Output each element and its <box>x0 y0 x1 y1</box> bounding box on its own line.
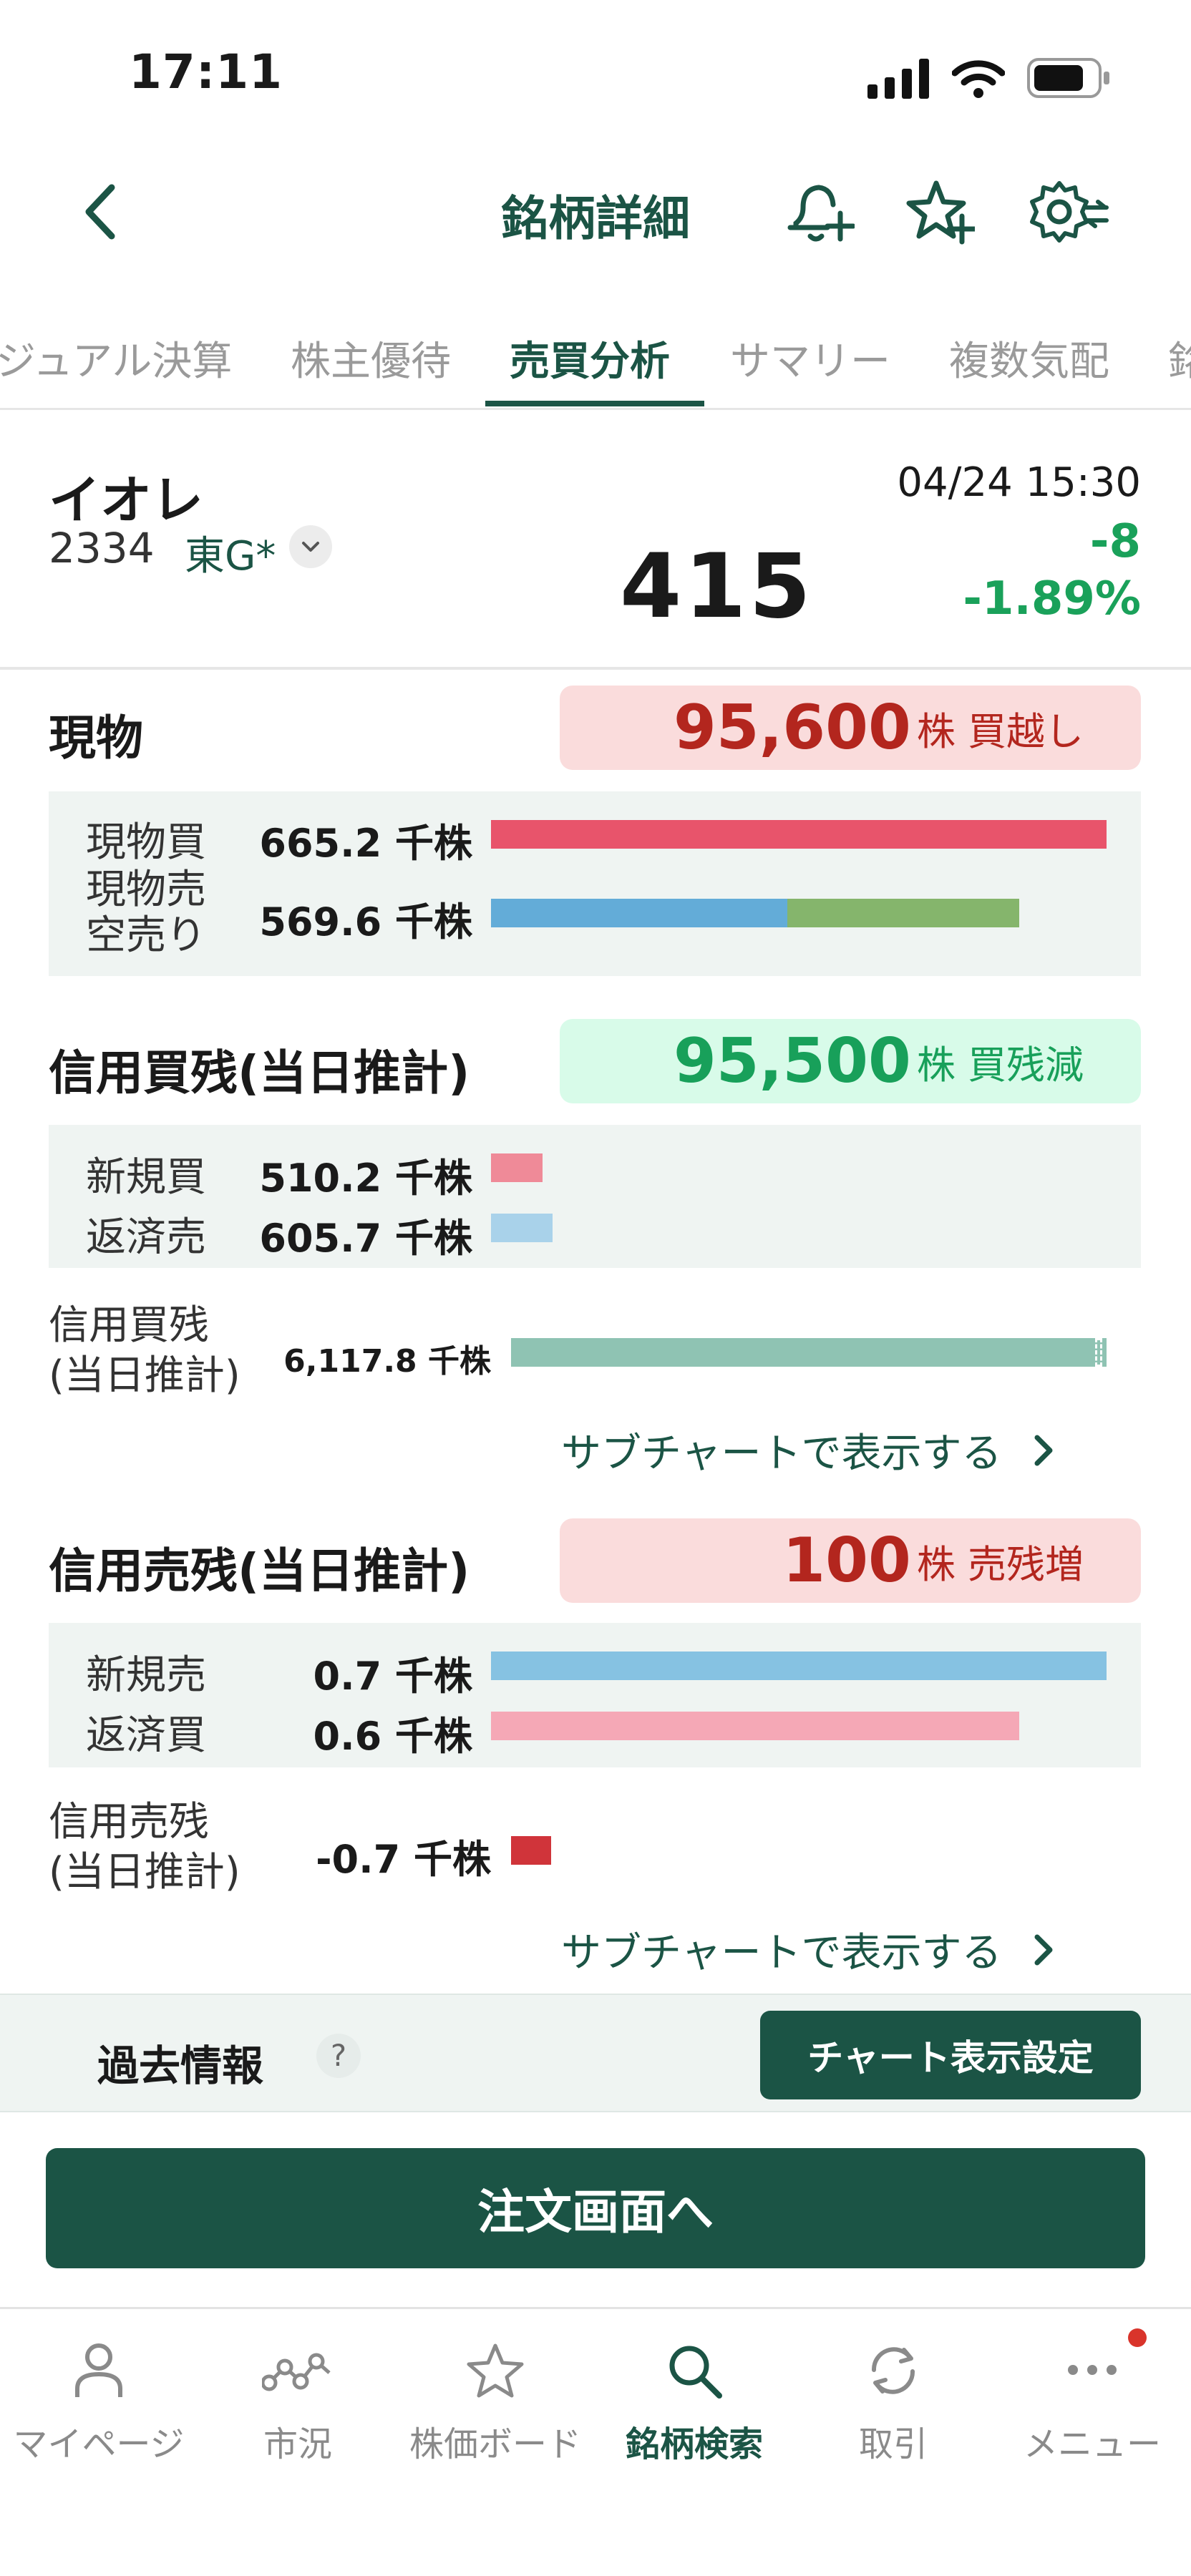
spot-buy-value: 665.2 千株 <box>259 821 472 866</box>
margin-sell-net-value: 100 <box>782 1525 911 1596</box>
margin-sell-section-title: 信用売残(当日推計) <box>49 1543 470 1599</box>
tab-summary[interactable]: サマリー <box>730 329 890 387</box>
alert-add-icon[interactable] <box>783 176 855 248</box>
margin-repay-buy-bar <box>491 1712 1019 1740</box>
star-icon <box>467 2343 524 2398</box>
tabbar-item-stock-board[interactable]: 株価ボード <box>397 2340 594 2466</box>
order-screen-button[interactable]: 注文画面へ <box>46 2148 1145 2268</box>
page-title: 銘柄詳細 <box>501 191 690 246</box>
tab-visual-earnings[interactable]: ジュアル決算 <box>0 329 232 387</box>
tab-more[interactable]: 銘 <box>1168 329 1191 387</box>
margin-sell-balance-value: -0.7 千株 <box>316 1837 491 1882</box>
spot-net-value: 95,600 <box>673 692 911 763</box>
chart-display-settings-button[interactable]: チャート表示設定 <box>760 2011 1141 2099</box>
favorite-add-icon[interactable] <box>903 176 975 248</box>
spot-net-unit: 株 買越し <box>916 708 1084 754</box>
subchart-link-label: サブチャートで表示する <box>561 1430 1002 1477</box>
margin-buy-section-title: 信用買残(当日推計) <box>49 1045 470 1101</box>
tab-shareholder-benefits[interactable]: 株主優待 <box>291 329 451 387</box>
margin-new-sell-value: 0.7 千株 <box>313 1654 472 1699</box>
margin-sell-balance-label: 信用売残 (当日推計) <box>49 1799 240 1896</box>
margin-new-buy-value: 510.2 千株 <box>259 1156 472 1201</box>
tabbar-item-menu[interactable]: メニュー <box>993 2340 1191 2466</box>
quote-datetime: 04/24 15:30 <box>897 459 1141 506</box>
price-change-percent: -1.89% <box>963 572 1141 625</box>
person-icon <box>75 2343 122 2397</box>
cellular-signal-icon <box>867 59 929 99</box>
help-icon[interactable]: ? <box>316 2034 361 2078</box>
wifi-icon <box>952 60 1005 98</box>
margin-buy-panel <box>49 1125 1141 1268</box>
more-icon <box>1068 2365 1117 2375</box>
stock-market[interactable]: 東G* <box>185 524 276 582</box>
margin-buy-balance-change-marker <box>1095 1338 1102 1367</box>
active-tab-indicator <box>485 401 704 406</box>
market-graph-icon <box>262 2353 331 2391</box>
chevron-right-icon <box>1034 1934 1053 1965</box>
search-icon <box>669 2346 722 2399</box>
margin-buy-subchart-link[interactable]: サブチャートで表示する <box>561 1421 1066 1479</box>
tabbar-item-stock-search[interactable]: 銘柄検索 <box>596 2340 793 2466</box>
tabbar-label: メニュー <box>1023 2424 1161 2464</box>
tabbar-item-mypage[interactable]: マイページ <box>0 2340 198 2466</box>
spot-buy-bar <box>491 820 1107 849</box>
spot-net-badge: 95,600 株 買越し <box>560 686 1141 770</box>
stock-code: 2334 <box>49 524 155 572</box>
tab-divider <box>0 408 1191 410</box>
margin-buy-net-unit: 株 買残減 <box>916 1042 1084 1088</box>
spot-section-title: 現物 <box>49 711 143 766</box>
chevron-down-icon <box>302 542 319 552</box>
margin-repay-buy-value: 0.6 千株 <box>313 1714 472 1759</box>
spot-panel <box>49 791 1141 976</box>
price-change: -8 <box>1089 515 1141 568</box>
tabbar-divider <box>0 2307 1191 2309</box>
spot-buy-label: 現物買 <box>86 819 206 866</box>
tabbar-item-market[interactable]: 市況 <box>199 2340 397 2466</box>
tab-multiple-quotes[interactable]: 複数気配 <box>949 329 1109 387</box>
margin-new-sell-bar <box>491 1652 1107 1680</box>
margin-repay-buy-label: 返済買 <box>86 1712 206 1759</box>
tabbar-label: 銘柄検索 <box>625 2424 763 2464</box>
margin-buy-balance-value: 6,117.8 千株 <box>283 1343 491 1380</box>
margin-buy-net-value: 95,500 <box>673 1025 911 1097</box>
tabbar-label: 取引 <box>858 2424 928 2464</box>
refresh-icon <box>871 2347 915 2394</box>
margin-sell-panel <box>49 1623 1141 1767</box>
margin-repay-sell-bar <box>491 1214 553 1242</box>
status-time: 17:11 <box>129 44 283 99</box>
notification-dot <box>1128 2328 1147 2347</box>
margin-new-buy-label: 新規買 <box>86 1154 206 1201</box>
tabbar-label: マイページ <box>13 2424 185 2464</box>
tab-trading-analysis[interactable]: 売買分析 <box>510 329 670 387</box>
tabbar-label: 市況 <box>263 2424 332 2464</box>
margin-buy-badge: 95,500 株 買残減 <box>560 1019 1141 1103</box>
margin-new-buy-bar <box>491 1153 543 1182</box>
past-info-label: 過去情報 <box>97 2041 264 2090</box>
margin-repay-sell-value: 605.7 千株 <box>259 1216 472 1261</box>
spot-sell-value: 569.6 千株 <box>259 899 472 945</box>
short-sell-bar <box>787 899 1019 927</box>
section-divider <box>0 667 1191 670</box>
spot-sell-bar <box>491 899 787 927</box>
margin-sell-badge: 100 株 売残増 <box>560 1518 1141 1603</box>
margin-buy-balance-bar <box>511 1338 1107 1367</box>
margin-buy-balance-label: 信用買残 (当日推計) <box>49 1302 240 1399</box>
subchart-link-label: サブチャートで表示する <box>561 1930 1002 1976</box>
margin-new-sell-label: 新規売 <box>86 1652 206 1699</box>
stock-name: イオレ <box>49 470 204 530</box>
settings-gear-icon[interactable] <box>1026 176 1109 248</box>
tabbar-label: 株価ボード <box>409 2424 581 2464</box>
chevron-right-icon <box>1034 1435 1053 1465</box>
battery-icon <box>1027 58 1109 98</box>
spot-sell-label: 現物売 空売り <box>86 867 206 959</box>
margin-sell-subchart-link[interactable]: サブチャートで表示する <box>561 1921 1066 1979</box>
margin-sell-net-unit: 株 売残増 <box>916 1541 1084 1587</box>
tabbar-item-trade[interactable]: 取引 <box>794 2340 992 2466</box>
margin-repay-sell-label: 返済売 <box>86 1214 206 1261</box>
margin-sell-balance-bar <box>511 1836 551 1865</box>
market-dropdown-button[interactable] <box>289 525 332 568</box>
